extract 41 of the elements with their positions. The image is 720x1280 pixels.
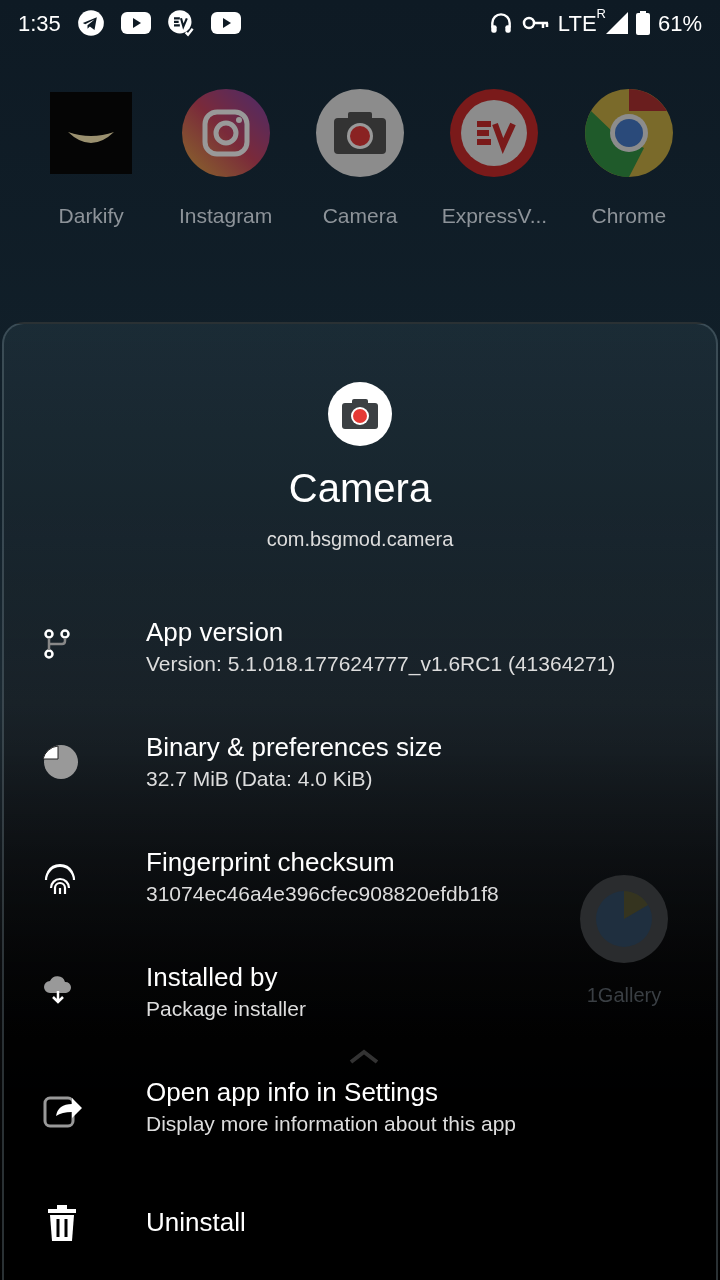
network-type: LTE [557, 10, 597, 38]
app-label: Instagram [178, 203, 273, 229]
item-subtitle: Package installer [146, 996, 306, 1023]
app-icon[interactable] [180, 88, 271, 178]
app-label: ExpressV... [441, 203, 548, 229]
item-title: Binary & preferences size [146, 731, 443, 765]
item-title: Installed by [146, 961, 279, 995]
package-name: com.bsgmod.camera [266, 527, 454, 552]
app-label: Camera [322, 203, 398, 229]
chevron-up-icon [348, 1048, 380, 1064]
app-label: 1Gallery [586, 983, 662, 1008]
item-subtitle: Version: 5.1.018.177624777_v1.6RC1 (41364271) [146, 651, 616, 678]
app-name: Camera [288, 465, 432, 512]
app-label: Darkify [58, 203, 124, 229]
item-subtitle: 32.7 MiB (Data: 4.0 KiB) [146, 766, 374, 793]
item-title: App version [146, 616, 285, 650]
item-subtitle: 31074ec46a4e396cfec908820efdb1f8 [146, 881, 499, 908]
item-title: Open app info in Settings [146, 1076, 439, 1110]
telegram-icon [76, 9, 105, 37]
vpn-icon [166, 9, 195, 37]
app-icon[interactable] [315, 88, 405, 178]
info-row[interactable]: Open app info in Settings Display more information about this app [4, 1050, 525, 1165]
info-row[interactable]: App version Version: 5.1.018.177624777_v1.6RC1 (41364271) [4, 590, 624, 705]
item-title: Fingerprint checksum [146, 846, 396, 880]
battery-icon [635, 11, 650, 35]
item-subtitle: Display more information about this app [146, 1111, 517, 1138]
camera-app-icon [328, 382, 392, 446]
play-icon [210, 12, 241, 34]
app-icon[interactable] [583, 88, 674, 178]
signal-icon [605, 12, 628, 34]
info-row[interactable]: Installed by Package installer [4, 935, 314, 1050]
app-icon[interactable] [449, 88, 540, 178]
item-title: Uninstall [146, 1205, 246, 1239]
info-row[interactable]: Binary & preferences size 32.7 MiB (Data: 4.0 KiB) [4, 705, 451, 820]
battery-level: 61% [657, 9, 702, 38]
info-row[interactable]: Fingerprint checksum 31074ec46a4e396cfec908820efdb1f8 [4, 820, 507, 935]
info-row[interactable]: Uninstall [4, 1165, 254, 1280]
status-time: 1:35 [18, 9, 61, 38]
roaming-indicator: R [596, 5, 606, 21]
app-label: Chrome [591, 203, 667, 229]
play-icon [120, 12, 151, 34]
